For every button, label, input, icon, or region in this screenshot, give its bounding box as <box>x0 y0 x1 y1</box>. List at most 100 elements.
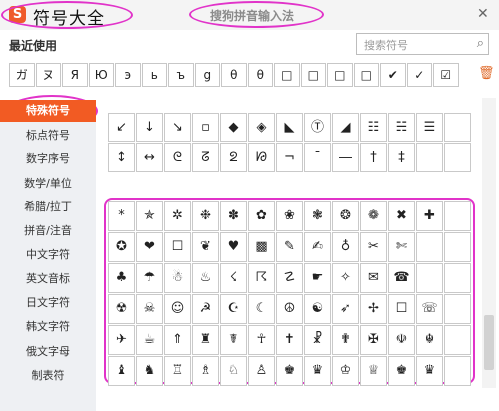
symbol-cell[interactable]: ↕ <box>108 143 135 172</box>
symbol-cell[interactable]: ↔ <box>136 143 163 172</box>
symbol-cell[interactable]: ☐ <box>164 232 191 262</box>
symbol-cell[interactable]: ♝ <box>108 356 135 386</box>
recent-symbol-cell[interactable]: ь <box>141 63 167 87</box>
symbol-cell[interactable]: ❀ <box>276 201 303 231</box>
symbol-cell[interactable]: ♚ <box>388 356 415 386</box>
symbol-cell[interactable]: ♘ <box>220 356 247 386</box>
symbol-cell[interactable]: ♁ <box>332 232 359 262</box>
symbol-cell[interactable]: ✧ <box>332 263 359 293</box>
sidebar-item[interactable]: 拼音/注音 <box>0 220 96 242</box>
symbol-cell[interactable] <box>444 232 471 262</box>
symbol-cell[interactable]: ☰ <box>416 113 443 142</box>
recent-symbol-cell[interactable]: Ю <box>88 63 114 87</box>
symbol-cell[interactable]: † <box>360 143 387 172</box>
symbol-cell[interactable]: ❃ <box>304 201 331 231</box>
sidebar-item[interactable]: 韩文字符 <box>0 316 96 338</box>
sidebar-item[interactable]: 特殊符号 <box>0 100 96 122</box>
symbol-cell[interactable]: ✠ <box>360 325 387 355</box>
recent-symbol-cell[interactable]: ヌ <box>35 63 61 87</box>
symbol-cell[interactable]: ☯ <box>304 294 331 324</box>
recent-symbol-cell[interactable]: ☑ <box>433 63 459 87</box>
symbol-cell[interactable]: ♚ <box>276 356 303 386</box>
symbol-cell[interactable]: ☮ <box>276 294 303 324</box>
symbol-cell[interactable]: ᘓ <box>164 143 191 172</box>
symbol-cell[interactable] <box>444 263 471 293</box>
search-icon[interactable]: ⌕ <box>477 36 484 51</box>
symbol-cell[interactable]: ☈ <box>248 263 275 293</box>
symbol-cell[interactable]: ♨ <box>192 263 219 293</box>
symbol-cell[interactable]: Ⓣ <box>304 113 331 142</box>
symbol-cell[interactable]: ☷ <box>360 113 387 142</box>
symbol-cell[interactable]: ♛ <box>416 356 443 386</box>
symbol-cell[interactable]: ◢ <box>332 113 359 142</box>
symbol-cell[interactable]: ▫ <box>192 113 219 142</box>
symbol-cell[interactable]: ❉ <box>192 201 219 231</box>
symbol-cell[interactable]: ☡ <box>276 263 303 293</box>
symbol-cell[interactable]: ᘔ <box>192 143 219 172</box>
symbol-cell[interactable]: ❂ <box>332 201 359 231</box>
symbol-cell[interactable]: ♕ <box>360 356 387 386</box>
sidebar-item[interactable]: 俄文字母 <box>0 341 96 363</box>
symbol-cell[interactable]: ⇑ <box>164 325 191 355</box>
symbol-cell[interactable]: ✪ <box>108 232 135 262</box>
symbol-cell[interactable]: ‡ <box>388 143 415 172</box>
symbol-cell[interactable] <box>416 263 443 293</box>
sidebar-item[interactable]: 希腊/拉丁 <box>0 196 96 218</box>
recent-symbol-cell[interactable]: θ <box>247 63 273 87</box>
recent-symbol-cell[interactable]: ✓ <box>406 63 432 87</box>
symbol-cell[interactable] <box>444 113 471 142</box>
symbol-cell[interactable]: ☠ <box>136 294 163 324</box>
symbol-cell[interactable]: ♜ <box>192 325 219 355</box>
symbol-cell[interactable] <box>416 143 443 172</box>
symbol-cell[interactable]: ✚ <box>416 201 443 231</box>
symbol-cell[interactable]: ☤ <box>220 325 247 355</box>
symbol-cell[interactable]: ☇ <box>220 263 247 293</box>
symbol-cell[interactable]: ☎ <box>388 263 415 293</box>
search-input[interactable] <box>362 36 466 54</box>
symbol-cell[interactable]: ✯ <box>136 201 163 231</box>
symbol-cell[interactable]: ▩ <box>248 232 275 262</box>
symbol-cell[interactable]: ♔ <box>332 356 359 386</box>
symbol-cell[interactable]: ◆ <box>220 113 247 142</box>
symbol-cell[interactable]: ✈ <box>108 325 135 355</box>
symbol-cell[interactable]: ♙ <box>248 356 275 386</box>
recent-symbol-cell[interactable]: □ <box>353 63 379 87</box>
recent-symbol-cell[interactable]: g <box>194 63 220 87</box>
symbol-cell[interactable] <box>444 294 471 324</box>
recent-symbol-cell[interactable]: э <box>115 63 141 87</box>
recent-symbol-cell[interactable]: ガ <box>9 63 35 87</box>
symbol-cell[interactable]: ¬ <box>276 143 303 172</box>
symbol-cell[interactable]: ☪ <box>220 294 247 324</box>
symbol-cell[interactable] <box>416 232 443 262</box>
symbol-cell[interactable]: ☺ <box>164 294 191 324</box>
symbol-cell[interactable]: ✎ <box>276 232 303 262</box>
symbol-cell[interactable]: ✍ <box>304 232 331 262</box>
symbol-cell[interactable]: ◈ <box>248 113 275 142</box>
symbol-cell[interactable] <box>444 325 471 355</box>
symbol-cell[interactable]: ♣ <box>108 263 135 293</box>
symbol-cell[interactable]: ♗ <box>192 356 219 386</box>
close-icon[interactable]: ✕ <box>477 6 489 22</box>
symbol-cell[interactable]: ☾ <box>248 294 275 324</box>
symbol-cell[interactable]: ˉ <box>304 143 331 172</box>
symbol-cell[interactable]: ✽ <box>220 201 247 231</box>
symbol-cell[interactable]: ↙ <box>108 113 135 142</box>
symbol-cell[interactable]: ☵ <box>388 113 415 142</box>
symbol-cell[interactable]: ☂ <box>136 263 163 293</box>
symbol-cell[interactable]: ✂ <box>360 232 387 262</box>
symbol-cell[interactable]: ♥ <box>220 232 247 262</box>
sidebar-item[interactable]: 数字序号 <box>0 148 96 170</box>
symbol-cell[interactable] <box>444 201 471 231</box>
symbol-cell[interactable]: ☫ <box>388 325 415 355</box>
symbol-cell[interactable]: ♛ <box>304 356 331 386</box>
symbol-cell[interactable]: ☕ <box>136 325 163 355</box>
symbol-cell[interactable]: ✝ <box>276 325 303 355</box>
symbol-cell[interactable]: ♖ <box>164 356 191 386</box>
recent-symbol-cell[interactable]: □ <box>300 63 326 87</box>
symbol-cell[interactable]: ✟ <box>332 325 359 355</box>
symbol-cell[interactable]: ☬ <box>416 325 443 355</box>
symbol-cell[interactable]: ❁ <box>360 201 387 231</box>
symbol-cell[interactable]: ☐ <box>388 294 415 324</box>
symbol-cell[interactable]: ☥ <box>248 325 275 355</box>
sidebar-item[interactable]: 中文字符 <box>0 244 96 266</box>
